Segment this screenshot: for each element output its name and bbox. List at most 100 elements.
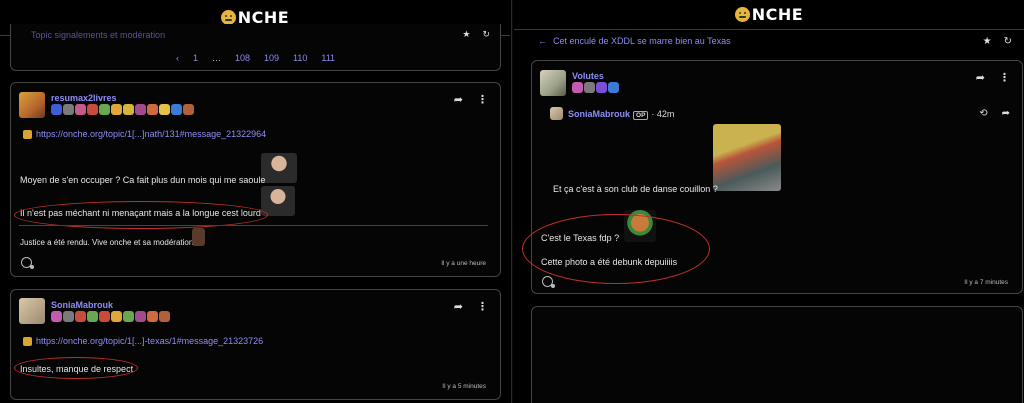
top-bar: NCHE [514,0,1024,30]
quote-username[interactable]: SoniaMabrouk [568,109,630,119]
page-110-link[interactable]: 110 [293,53,307,63]
op-badge: OP [633,111,649,120]
badge-icon [99,311,110,322]
quoted-message-link[interactable]: https://onche.org/topic/1[...]nath/131#m… [23,129,266,139]
post-text-line: Insultes, manque de respect [20,364,134,374]
badge-icon [171,104,182,115]
message-link-text[interactable]: https://onche.org/topic/1[...]-texas/1#m… [36,336,263,346]
badge-icon [135,104,146,115]
refresh-icon[interactable]: ↻ [482,29,490,40]
post-username[interactable]: resumax2livres [51,93,117,103]
quote-text: Et ça c'est à son club de danse couillon… [553,184,718,194]
star-icon[interactable]: ★ [462,29,470,40]
user-badges [51,311,170,322]
smiley-logo-icon [734,7,750,22]
badge-icon [51,311,62,322]
back-arrow-icon: ← [538,36,547,46]
avatar[interactable] [19,298,45,324]
post-time: Il y a 5 minutes [442,383,486,390]
react-icon[interactable] [21,257,34,269]
page-prev-button[interactable]: ‹ [176,53,179,63]
badge-icon [147,311,158,322]
clipped-topic-title[interactable]: Topic signalements et modération [31,30,165,40]
link-icon [23,336,32,346]
sticker-image [261,153,297,183]
post-text-line: Cette photo a été debunk depuiiiis [541,257,678,267]
badge-icon [159,311,170,322]
share-icon[interactable]: ➦ [1002,108,1010,119]
share-icon[interactable]: ➦ [454,300,463,313]
badge-icon [135,311,146,322]
badge-icon [87,311,98,322]
logo-text: NCHE [751,5,804,24]
post-time: Il y a une heure [441,260,486,267]
star-icon[interactable]: ★ [983,36,992,47]
history-icon[interactable]: ⟲ [979,108,987,119]
badge-icon [608,82,619,93]
badge-icon [159,104,170,115]
avatar[interactable] [19,92,45,118]
share-icon[interactable]: ➦ [976,71,985,84]
user-badges [572,82,619,93]
refresh-icon[interactable]: ↻ [1004,36,1012,47]
badge-icon [75,311,86,322]
sticker-image [624,210,656,242]
topic-back-link[interactable]: ← Cet enculé de XDDL se marre bien au Te… [538,36,731,46]
sticker-image [192,228,205,246]
kebab-menu-icon[interactable]: ⋮ [477,93,488,106]
page-ellipsis: … [211,53,221,63]
post-footer-text: Justice a été rendu. Vive onche et sa mo… [20,238,196,247]
onche-logo[interactable]: NCHE [734,5,804,24]
post-text-line: Moyen de s'en occuper ? Ca fait plus dun… [20,175,266,185]
badge-icon [111,104,122,115]
avatar[interactable] [540,70,566,96]
badge-icon [183,104,194,115]
pane-divider [511,0,513,403]
post-time: Il y a 7 minutes [964,279,1008,286]
badge-icon [123,311,134,322]
badge-icon [63,311,74,322]
kebab-menu-icon[interactable]: ⋮ [477,300,488,313]
annotation-circle [522,214,710,284]
quote-header: SoniaMabrouk OP · 42m [568,109,674,120]
pagination: ‹ 1 … 108 109 110 111 [11,53,500,63]
share-icon[interactable]: ➦ [454,93,463,106]
post-card-soniamabrouk: SoniaMabrouk ➦ ⋮ https://onche.org/topic… [10,289,501,400]
quote-avatar[interactable] [550,107,563,120]
message-link-text[interactable]: https://onche.org/topic/1[...]nath/131#m… [36,129,266,139]
badge-icon [51,104,62,115]
post-username[interactable]: SoniaMabrouk [51,300,113,310]
link-icon [23,129,32,139]
badge-icon [596,82,607,93]
post-text-line: C'est le Texas fdp ? [541,233,620,243]
quoted-photo[interactable] [713,124,781,191]
page-109-link[interactable]: 109 [264,53,279,63]
post-card-resumax2livres: resumax2livres ➦ ⋮ https://onche.org/top… [10,82,501,277]
kebab-menu-icon[interactable]: ⋮ [999,71,1010,84]
post-username[interactable]: Volutes [572,71,604,81]
topic-title[interactable]: Cet enculé de XDDL se marre bien au Texa… [553,36,731,46]
badge-icon [87,104,98,115]
left-pane: NCHE Topic signalements et modération ★ … [0,0,510,403]
badge-icon [584,82,595,93]
post-divider [19,225,488,226]
next-post-card [531,306,1023,403]
badge-icon [123,104,134,115]
page-111-link[interactable]: 111 [321,53,335,63]
right-pane: NCHE ← Cet enculé de XDDL se marre bien … [514,0,1024,403]
post-card-volutes: Volutes ➦ ⋮ SoniaMabrouk OP · 42m ⟲ ➦ Et ç… [522,60,1023,294]
badge-icon [111,311,122,322]
badge-icon [99,104,110,115]
user-badges [51,104,194,115]
pagination-card: Topic signalements et modération ★ ↻ ‹ 1… [10,24,501,71]
react-icon[interactable] [542,276,555,288]
page-1-link[interactable]: 1 [193,53,198,63]
smiley-logo-icon [220,10,236,25]
badge-icon [572,82,583,93]
quoted-message-link[interactable]: https://onche.org/topic/1[...]-texas/1#m… [23,336,263,346]
sticker-image [261,186,295,216]
badge-icon [147,104,158,115]
quote-time: · 42m [651,109,675,119]
badge-icon [63,104,74,115]
page-108-link[interactable]: 108 [235,53,250,63]
